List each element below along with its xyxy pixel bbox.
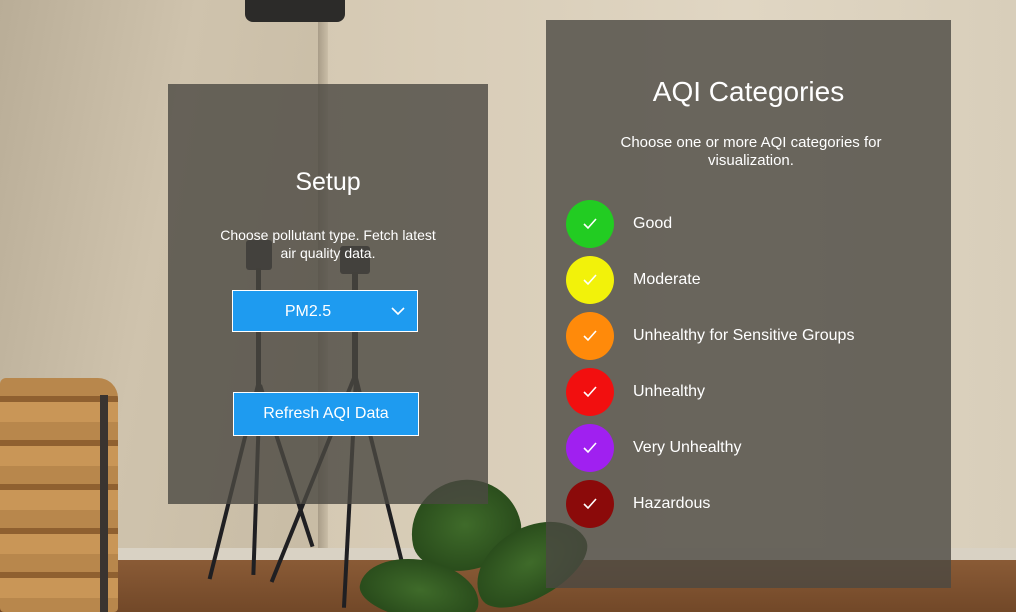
- setup-title: Setup: [295, 168, 361, 196]
- aqi-category-good[interactable]: Good: [566, 200, 936, 250]
- category-toggle-circle[interactable]: [566, 424, 614, 472]
- category-toggle-circle[interactable]: [566, 368, 614, 416]
- category-toggle-circle[interactable]: [566, 312, 614, 360]
- aqi-categories-panel: AQI Categories Choose one or more AQI ca…: [546, 20, 951, 588]
- aqi-category-label: Very Unhealthy: [633, 439, 742, 456]
- aqi-category-hazardous[interactable]: Hazardous: [566, 480, 936, 530]
- aqi-categories-title: AQI Categories: [652, 76, 845, 107]
- aqi-category-moderate[interactable]: Moderate: [566, 256, 936, 306]
- checkmark-icon: [583, 274, 597, 286]
- checkmark-icon: [583, 386, 597, 398]
- chair-leg: [100, 395, 108, 612]
- aqi-categories-description: Choose one or more AQI categories for vi…: [620, 134, 882, 169]
- category-toggle-circle[interactable]: [566, 480, 614, 528]
- checkmark-icon: [583, 218, 597, 230]
- aqi-category-very-unhealthy[interactable]: Very Unhealthy: [566, 424, 936, 474]
- setup-description: Choose pollutant type. Fetch latest air …: [220, 227, 436, 261]
- aqi-category-label: Hazardous: [633, 495, 711, 512]
- aqi-category-label: Good: [633, 215, 673, 232]
- category-toggle-circle[interactable]: [566, 256, 614, 304]
- aqi-category-label: Moderate: [633, 271, 701, 288]
- pollutant-dropdown-value: PM2.5: [284, 303, 332, 320]
- aqi-category-unhealthy-sensitive[interactable]: Unhealthy for Sensitive Groups: [566, 312, 936, 362]
- checkmark-icon: [583, 330, 597, 342]
- setup-panel: Setup Choose pollutant type. Fetch lates…: [168, 84, 488, 504]
- aqi-category-label: Unhealthy for Sensitive Groups: [633, 327, 855, 344]
- category-toggle-circle[interactable]: [566, 200, 614, 248]
- pollutant-dropdown[interactable]: PM2.5: [232, 290, 418, 332]
- checkmark-icon: [583, 498, 597, 510]
- aqi-category-unhealthy[interactable]: Unhealthy: [566, 368, 936, 418]
- ceiling-fixture: [245, 0, 345, 22]
- checkmark-icon: [583, 442, 597, 454]
- chevron-down-icon: [391, 307, 405, 316]
- aqi-category-label: Unhealthy: [633, 383, 706, 400]
- refresh-aqi-data-button[interactable]: Refresh AQI Data: [233, 392, 419, 436]
